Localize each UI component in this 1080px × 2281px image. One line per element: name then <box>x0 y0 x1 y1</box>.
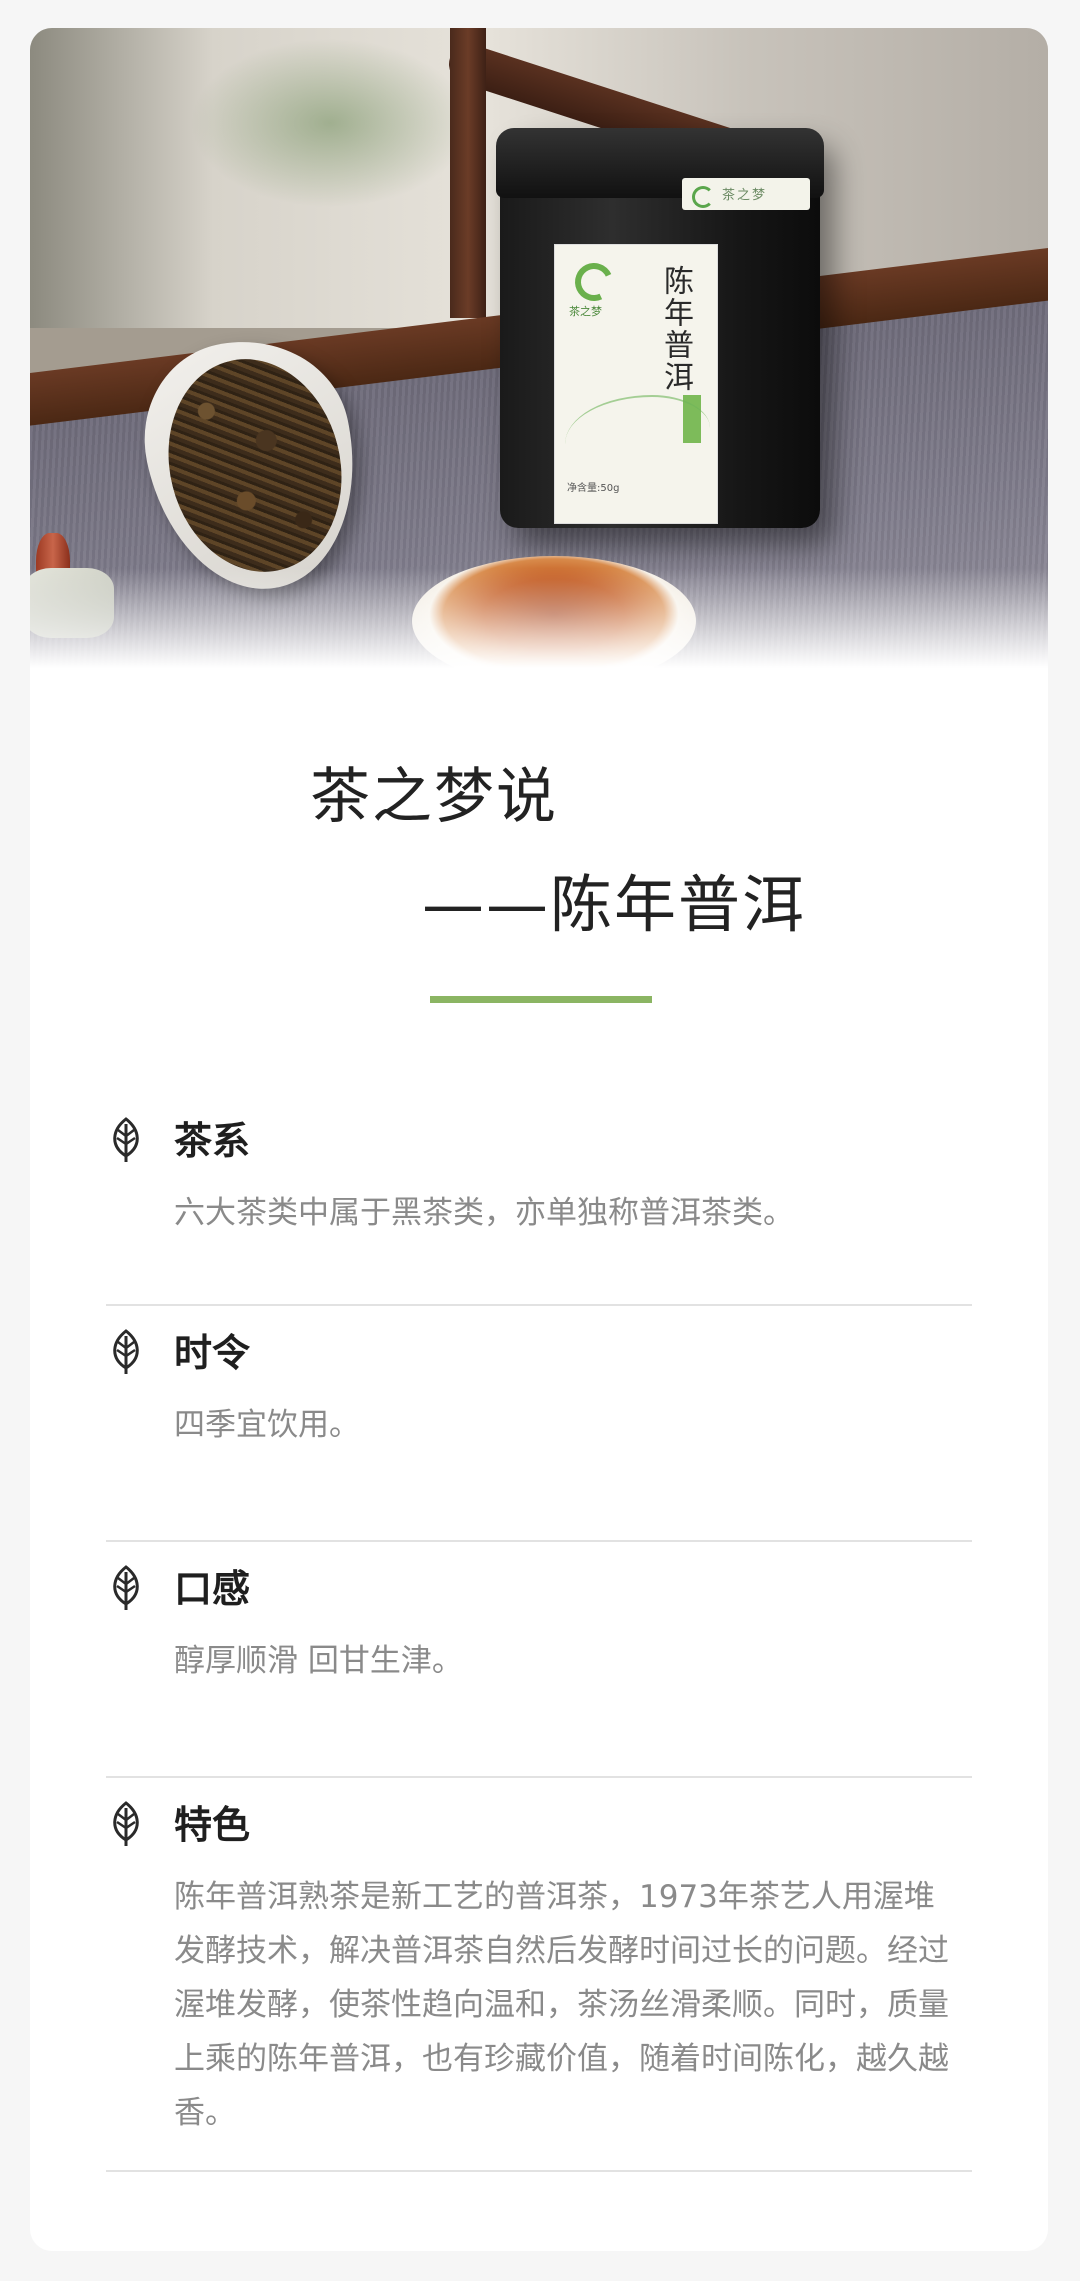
info-heading: 口感 <box>174 1567 251 1611</box>
leaf-icon <box>113 1565 139 1610</box>
info-section-tea-type: 茶系 六大茶类中属于黑茶类，亦单独称普洱茶类。 <box>106 1116 972 1306</box>
tin-label-title: 陈年普洱 <box>658 265 693 393</box>
info-section-features: 特色 陈年普洱熟茶是新工艺的普洱茶，1973年茶艺人用渥堆发酵技术，解决普洱茶自… <box>106 1800 972 2172</box>
tin-side-label: 茶之梦 <box>682 178 810 210</box>
page-title-line-2: ——陈年普洱 <box>422 868 807 941</box>
tin-label-net-weight: 净含量:50g <box>567 483 620 494</box>
info-heading: 特色 <box>174 1803 251 1847</box>
hero-photo: 茶之梦 茶之梦 陈年普洱 净含量:50g <box>30 28 1048 668</box>
page-title-line-1: 茶之梦说 <box>310 762 558 832</box>
tea-info-list: 茶系 六大茶类中属于黑茶类，亦单独称普洱茶类。 时令 四季宜饮用。 口感 醇厚顺… <box>106 1116 972 2172</box>
hero-fade <box>30 568 1048 668</box>
leaf-icon <box>113 1801 139 1846</box>
leaf-icon <box>113 1329 139 1374</box>
tin-label-brand: 茶之梦 <box>569 305 602 318</box>
tin-label-hills <box>565 395 710 477</box>
info-section-taste: 口感 醇厚顺滑 回甘生津。 <box>106 1564 972 1778</box>
info-heading: 茶系 <box>174 1119 251 1163</box>
info-text: 四季宜饮用。 <box>174 1407 360 1443</box>
info-text: 陈年普洱熟茶是新工艺的普洱茶，1973年茶艺人用渥堆发酵技术，解决普洱茶自然后发… <box>174 1879 949 2131</box>
info-heading: 时令 <box>174 1331 251 1375</box>
brand-logo-icon <box>692 186 714 208</box>
tin-side-label-text: 茶之梦 <box>722 188 768 203</box>
info-text: 醇厚顺滑 回甘生津。 <box>174 1643 463 1679</box>
chair-post <box>450 28 486 318</box>
tin-front-label: 茶之梦 陈年普洱 净含量:50g <box>554 244 718 524</box>
leaf-icon <box>113 1117 139 1162</box>
plant-blur <box>190 38 470 208</box>
brand-logo-icon <box>569 257 619 307</box>
title-accent-bar <box>430 996 652 1003</box>
info-text: 六大茶类中属于黑茶类，亦单独称普洱茶类。 <box>174 1195 794 1231</box>
product-detail-card: 茶之梦 茶之梦 陈年普洱 净含量:50g 茶之梦说 ——陈年普洱 茶系 六大茶类… <box>30 28 1048 2251</box>
info-section-season: 时令 四季宜饮用。 <box>106 1328 972 1542</box>
